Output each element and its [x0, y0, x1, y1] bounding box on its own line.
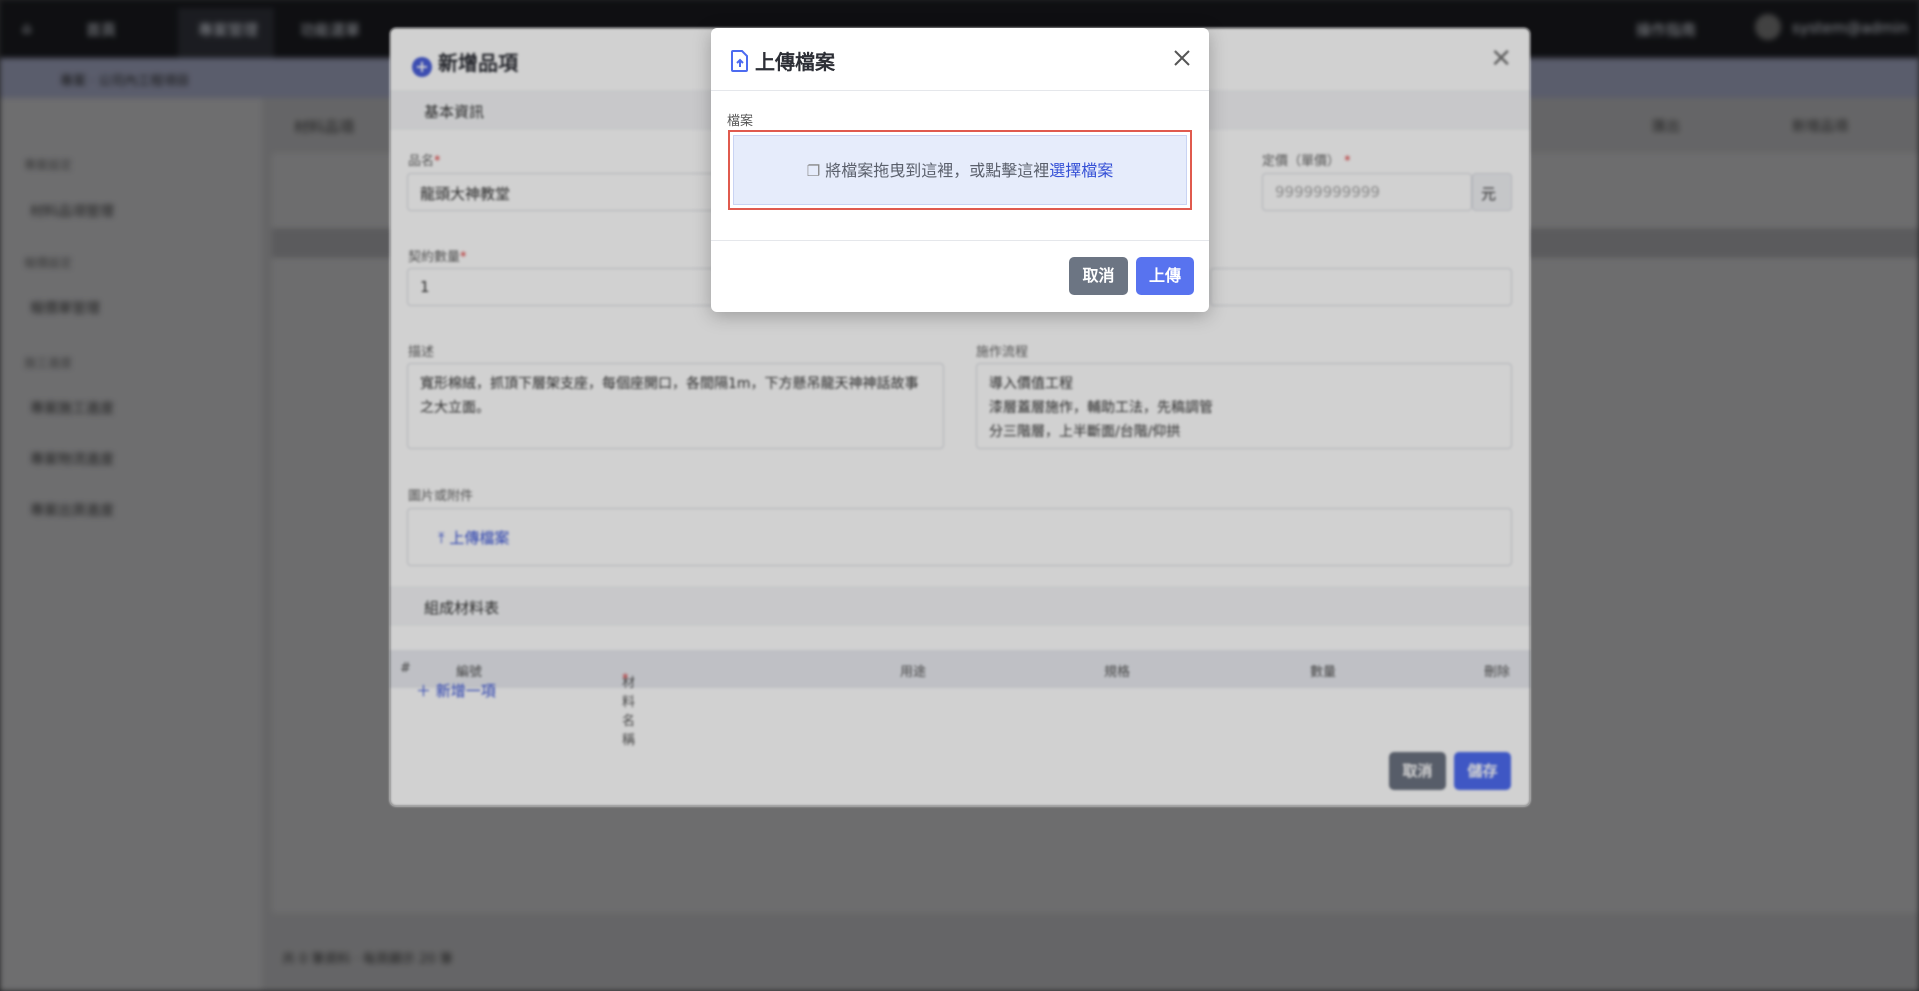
price-unit: 元 [1472, 173, 1512, 211]
file-upload-icon [731, 50, 748, 72]
item-save-button[interactable]: 儲存 [1454, 752, 1511, 790]
name-label: 品名* [408, 154, 441, 169]
modal-title: + 新增品項 [412, 47, 518, 77]
price-label: 定價（單價） * [1262, 154, 1351, 169]
choose-file-link[interactable]: 選擇檔案 [1049, 161, 1113, 180]
materials-table-header: # 編號 材料名稱 * 用途 規格 數量 刪除 [390, 650, 1530, 748]
name-input[interactable]: 龍頭大神教堂 [407, 173, 717, 211]
qty-input[interactable]: 1 [407, 268, 717, 306]
close-icon[interactable] [1169, 45, 1195, 71]
section-materials[interactable]: 組成材料表 [390, 586, 1530, 626]
process-label: 施作流程 [976, 345, 1029, 360]
footer-divider [711, 240, 1209, 241]
close-icon[interactable]: ✕ [1490, 44, 1512, 74]
col-code: 編號 [456, 665, 483, 680]
upload-submit-button[interactable]: 上傳 [1136, 257, 1194, 295]
upload-modal-title: 上傳檔案 [731, 46, 835, 75]
upload-attachment-button[interactable]: ⤒ 上傳檔案 [438, 527, 509, 548]
qty-label: 契約數量* [408, 250, 467, 265]
process-textarea[interactable]: 導入價值工程 漆層蓋層施作，輔助工法，先稿調管 分三階層，上半斷面/台階/仰拱 [976, 363, 1512, 449]
upload-file-modal: 上傳檔案 檔案 ❐ 將檔案拖曳到這裡，或點擊這裡選擇檔案 取消 上傳 [711, 28, 1209, 312]
upload-cancel-button[interactable]: 取消 [1069, 257, 1128, 295]
section-title: 基本資訊 [424, 103, 485, 121]
attach-label: 圖片或附件 [408, 489, 474, 504]
dropzone-text: 將檔案拖曳到這裡，或點擊這裡 [825, 161, 1050, 180]
other-input[interactable] [1210, 268, 1512, 306]
add-row-button[interactable]: ＋ 新增一項 [416, 680, 496, 701]
col-index: # [400, 661, 411, 676]
plus-circle-icon: + [412, 57, 432, 77]
dropzone-area[interactable]: ❐ 將檔案拖曳到這裡，或點擊這裡選擇檔案 [733, 135, 1187, 205]
price-input[interactable]: 99999999999 [1262, 173, 1472, 211]
col-spec: 規格 [1104, 665, 1131, 680]
col-quantity: 數量 [1310, 665, 1337, 680]
file-field-label: 檔案 [727, 114, 754, 129]
attachment-box: ⤒ 上傳檔案 [407, 508, 1512, 566]
desc-label: 描述 [408, 345, 435, 360]
file-dropzone[interactable]: ❐ 將檔案拖曳到這裡，或點擊這裡選擇檔案 [728, 130, 1192, 210]
upload-modal-header: 上傳檔案 [711, 28, 1209, 91]
section-title: 組成材料表 [424, 599, 500, 617]
files-icon: ❐ [806, 162, 821, 180]
desc-textarea[interactable]: 寬形棉絨，抓頂下層架支座，每個座開口，各間隔1m，下方懸吊龍天神神話故事之大立面… [407, 363, 944, 449]
col-delete: 刪除 [1484, 665, 1511, 680]
col-usage: 用途 [900, 665, 927, 680]
item-cancel-button[interactable]: 取消 [1389, 752, 1446, 790]
